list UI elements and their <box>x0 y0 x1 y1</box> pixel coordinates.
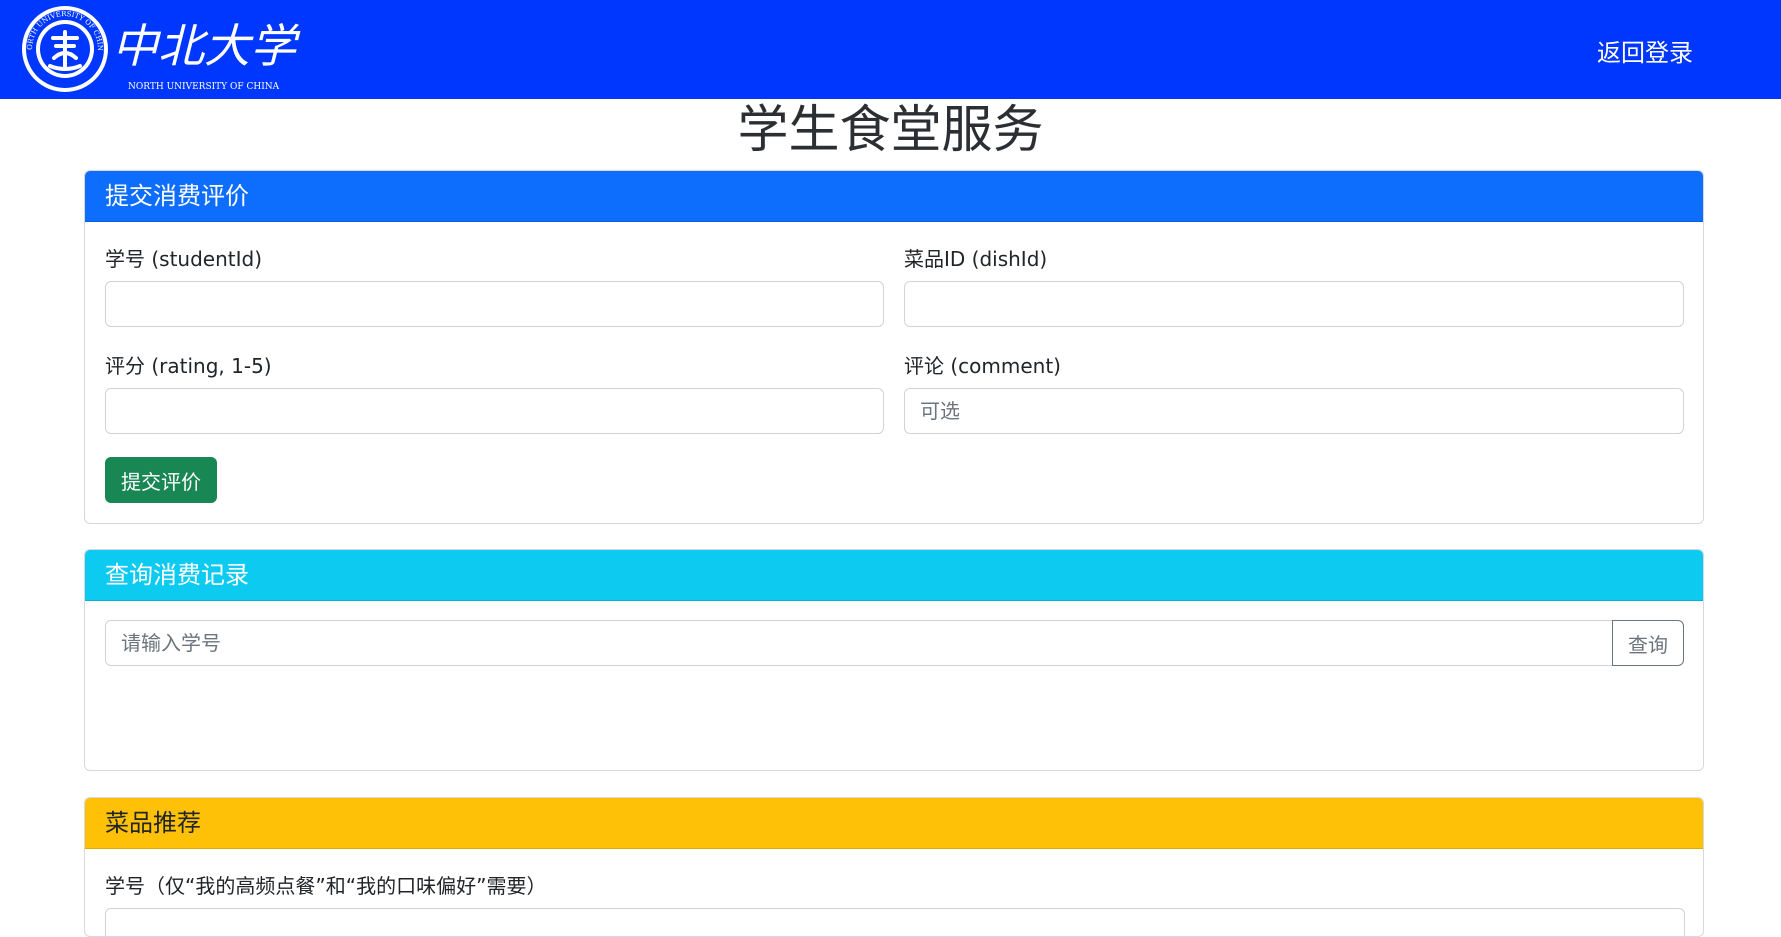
page-title: 学生食堂服务 <box>737 101 1044 160</box>
recommend-card-header: 菜品推荐 <box>85 798 1703 849</box>
rating-label: 评分 (rating, 1-5) <box>105 354 272 378</box>
records-card-header: 查询消费记录 <box>85 550 1703 601</box>
university-logo: NORTH UNIVERSITY OF CHINA 中北大学 NORTH UNI… <box>20 4 301 92</box>
records-student-id-input[interactable] <box>105 620 1615 666</box>
records-search-group: 查询 <box>85 600 1703 690</box>
recommend-student-id-input[interactable] <box>105 908 1685 936</box>
submit-review-button[interactable]: 提交评价 <box>105 457 217 503</box>
records-card: 查询消费记录 查询 <box>84 549 1704 771</box>
review-card-header: 提交消费评价 <box>85 171 1703 222</box>
svg-text:中北大学: 中北大学 <box>112 19 301 73</box>
query-button[interactable]: 查询 <box>1612 620 1684 666</box>
student-id-label: 学号 (studentId) <box>105 247 263 271</box>
top-navbar: NORTH UNIVERSITY OF CHINA 中北大学 NORTH UNI… <box>0 0 1781 99</box>
review-card: 提交消费评价 学号 (studentId) 菜品ID (dishId) 评分 (… <box>84 170 1704 524</box>
rating-input[interactable] <box>105 388 884 434</box>
return-login-link[interactable]: 返回登录 <box>1597 33 1693 68</box>
svg-text:NORTH UNIVERSITY OF CHINA: NORTH UNIVERSITY OF CHINA <box>128 82 280 92</box>
dish-id-label: 菜品ID (dishId) <box>904 247 1048 271</box>
recommend-card: 菜品推荐 学号（仅“我的高频点餐”和“我的口味偏好”需要） <box>84 797 1704 937</box>
comment-label: 评论 (comment) <box>904 354 1061 378</box>
comment-input[interactable] <box>904 388 1684 434</box>
student-id-input[interactable] <box>105 281 884 327</box>
dish-id-input[interactable] <box>904 281 1684 327</box>
recommend-student-id-label: 学号（仅“我的高频点餐”和“我的口味偏好”需要） <box>105 874 547 898</box>
